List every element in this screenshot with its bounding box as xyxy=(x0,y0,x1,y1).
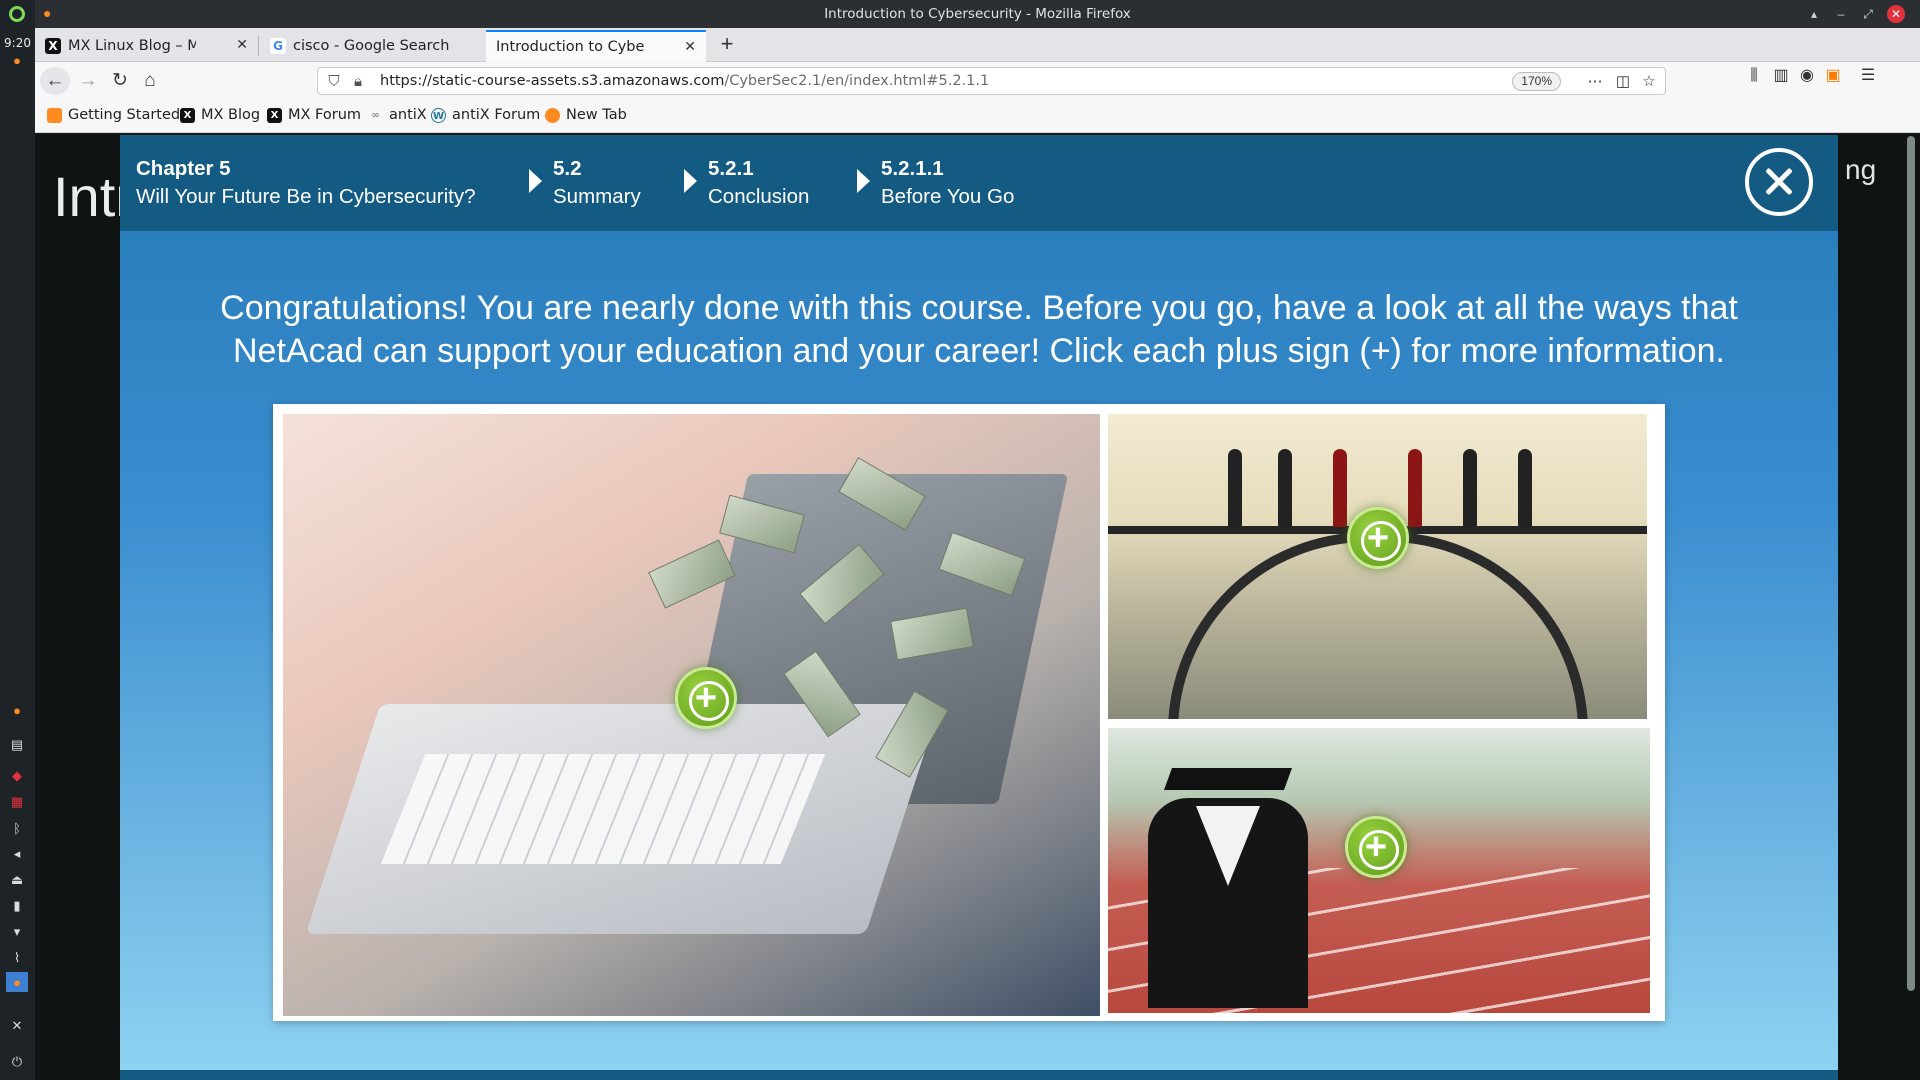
shade-icon[interactable]: ▴ xyxy=(1805,5,1823,23)
wordpress-bookmark-icon: W xyxy=(431,107,446,123)
window-titlebar: ● Introduction to Cybersecurity - Mozill… xyxy=(35,0,1920,28)
breadcrumb-arrow-icon xyxy=(684,169,697,193)
power-icon[interactable]: ⏻ xyxy=(6,1052,28,1072)
mx-bookmark-icon: X xyxy=(267,107,282,123)
forward-button[interactable]: → xyxy=(73,67,103,95)
bookmark-getting-started[interactable]: Getting Started xyxy=(47,107,180,123)
antix-bookmark-icon: ∞ xyxy=(371,109,380,121)
close-modal-button[interactable] xyxy=(1745,148,1813,216)
bluetooth-icon[interactable]: ᛒ xyxy=(6,818,28,838)
new-tab-button[interactable]: + xyxy=(715,33,739,57)
page-content: Intr ng Chapter 5 Will Your Future Be in… xyxy=(35,134,1920,1080)
breadcrumb-topic[interactable]: 5.2.1 Conclusion xyxy=(708,155,809,211)
url-text[interactable]: https://static-course-assets.s3.amazonaw… xyxy=(380,73,989,89)
breadcrumb-section[interactable]: 5.2 Summary xyxy=(553,155,641,211)
calendar-icon[interactable]: ▦ xyxy=(6,792,28,812)
network-icon[interactable]: ▾ xyxy=(6,922,28,942)
page-scrollbar[interactable] xyxy=(1907,136,1915,991)
attach-icon[interactable]: ⌇ xyxy=(6,948,28,968)
sidebar-icon[interactable]: ▥ xyxy=(1770,66,1792,86)
extension-icon[interactable]: ▣ xyxy=(1822,66,1844,86)
clock: 9:20 xyxy=(4,36,31,50)
breadcrumb-arrow-icon xyxy=(857,169,870,193)
files-icon[interactable]: ▤ xyxy=(6,735,28,755)
tab-intro-cybersecurity[interactable]: Introduction to Cybersecurity ✕ xyxy=(486,30,706,62)
plus-button-networking[interactable] xyxy=(1347,507,1409,569)
bookmark-star-icon[interactable]: ☆ xyxy=(1639,72,1659,92)
firefox-bookmark-icon xyxy=(545,107,560,123)
image-collage xyxy=(273,404,1665,1021)
firefox-launcher-icon[interactable]: ● xyxy=(6,700,28,720)
breadcrumb-arrow-icon xyxy=(529,169,542,193)
google-favicon-icon: G xyxy=(270,38,286,54)
bookmark-antix[interactable]: ∞ antiX xyxy=(368,107,426,123)
library-icon[interactable]: ⫼ xyxy=(1743,66,1765,86)
window-title: Introduction to Cybersecurity - Mozilla … xyxy=(824,6,1131,22)
home-button[interactable]: ⌂ xyxy=(135,67,165,95)
bookmark-mx-blog[interactable]: X MX Blog xyxy=(180,107,260,123)
modal-footer xyxy=(120,1070,1838,1080)
firefox-icon[interactable]: ● xyxy=(6,50,28,70)
bookmark-antix-forum[interactable]: WantiX Forum xyxy=(431,107,540,123)
intro-text: Congratulations! You are nearly done wit… xyxy=(220,289,1738,370)
course-modal: Chapter 5 Will Your Future Be in Cyberse… xyxy=(120,135,1838,1080)
desktop-panel: 9:20 ● ● ▤ ◆ ▦ ᛒ ◂ ⏏ ▮ ▾ ⌇ ● ✕ ⏻ xyxy=(0,0,35,1080)
breadcrumb-chapter[interactable]: Chapter 5 Will Your Future Be in Cyberse… xyxy=(136,155,476,211)
lock-icon[interactable]: 🔒︎ xyxy=(348,72,368,92)
maximize-icon[interactable]: ⤢ xyxy=(1859,5,1877,23)
tab-strip: X MX Linux Blog – MX Linux ✕ G cisco - G… xyxy=(35,28,1920,62)
plus-button-education[interactable] xyxy=(1345,816,1407,878)
graduate-race-image xyxy=(1108,728,1650,1013)
mx-tools-icon[interactable]: ◆ xyxy=(6,766,28,786)
bookmark-mx-forum[interactable]: X MX Forum xyxy=(267,107,361,123)
tracking-shield-icon[interactable]: ⛉ xyxy=(324,72,344,92)
laptop-money-image xyxy=(283,414,1100,1016)
mx-favicon-icon: X xyxy=(45,38,61,54)
clipboard-icon[interactable]: ▮ xyxy=(6,896,28,916)
zoom-level[interactable]: 170% xyxy=(1512,72,1561,91)
background-text-right: ng xyxy=(1845,154,1877,185)
menu-icon[interactable] xyxy=(6,4,28,24)
menu-hamburger-icon[interactable]: ☰ xyxy=(1857,66,1879,86)
reload-button[interactable]: ↻ xyxy=(105,67,135,95)
bridge-teamwork-image xyxy=(1108,414,1647,719)
plus-button-financial[interactable] xyxy=(675,667,737,729)
tab-cisco-search[interactable]: G cisco - Google Search ✕ xyxy=(260,30,520,62)
close-tab-icon[interactable]: ✕ xyxy=(684,39,696,55)
close-tab-icon[interactable]: ✕ xyxy=(236,37,248,53)
url-bar[interactable]: ⛉ 🔒︎ https://static-course-assets.s3.ama… xyxy=(317,67,1666,95)
active-window-icon[interactable]: ● xyxy=(6,972,28,992)
close-window-icon[interactable]: ✕ xyxy=(1887,5,1905,23)
minimize-icon[interactable]: – xyxy=(1832,5,1850,23)
navigation-bar: ← → ↻ ⌂ ⛉ 🔒︎ https://static-course-asset… xyxy=(35,62,1920,100)
tab-mx-linux-blog[interactable]: X MX Linux Blog – MX Linux ✕ xyxy=(35,30,258,62)
volume-icon[interactable]: ◂ xyxy=(6,844,28,864)
breadcrumb-page: 5.2.1.1 Before You Go xyxy=(881,157,1015,208)
pocket-icon[interactable]: ◫ xyxy=(1613,72,1633,92)
mx-logo-icon[interactable]: ✕ xyxy=(6,1016,28,1036)
mx-bookmark-icon: X xyxy=(180,107,195,123)
modal-header: Chapter 5 Will Your Future Be in Cyberse… xyxy=(120,135,1838,231)
account-icon[interactable]: ◉ xyxy=(1796,66,1818,86)
page-actions-icon[interactable]: ⋯ xyxy=(1585,72,1605,92)
firefox-bookmark-icon xyxy=(47,107,62,123)
back-button[interactable]: ← xyxy=(40,67,70,95)
eject-icon[interactable]: ⏏ xyxy=(6,870,28,890)
bookmark-new-tab[interactable]: New Tab xyxy=(545,107,627,123)
bookmarks-toolbar: Getting Started X MX Blog X MX Forum ∞ anti… xyxy=(35,100,1920,133)
